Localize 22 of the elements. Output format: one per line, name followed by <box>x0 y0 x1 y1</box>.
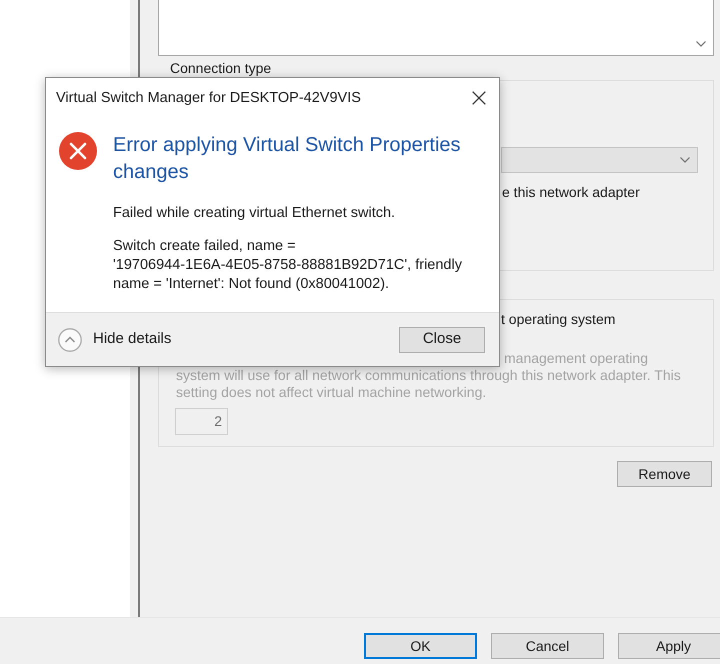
chevron-down-icon <box>696 41 706 47</box>
hide-details-button[interactable]: Hide details <box>58 328 172 352</box>
vlan-option-label: t operating system <box>501 311 616 328</box>
remove-button[interactable]: Remove <box>617 461 712 487</box>
vlan-description: system will use for all network communications through this network adapter. This setting does not affect virtual machine networking. <box>176 367 682 401</box>
error-message: Failed while creating virtual Ethernet switch. <box>113 204 396 223</box>
chevron-down-icon <box>680 157 690 163</box>
vlan-description: management operating <box>504 350 648 367</box>
title-close-button[interactable] <box>471 90 487 106</box>
close-button[interactable]: Close <box>399 326 485 352</box>
error-icon <box>59 132 97 170</box>
network-dropdown[interactable] <box>501 147 698 173</box>
dialog-title: Virtual Switch Manager for DESKTOP-42V9VIS <box>56 89 361 107</box>
error-heading: Error applying Virtual Switch Properties changes <box>113 133 462 185</box>
footer-button[interactable]: Apply <box>618 633 720 659</box>
share-adapter-label: e this network adapter <box>502 184 640 201</box>
footer-button[interactable]: OK <box>364 633 477 659</box>
connection-type-label: Connection type <box>170 60 272 76</box>
description-field[interactable] <box>158 0 714 56</box>
error-details: Switch create failed, name = '19706944-1E6A-4E05-8758-88881B92D71C', friendly name = 'Internet': Not found (0x80041002). <box>113 237 463 294</box>
close-icon <box>472 91 486 105</box>
footer-button[interactable]: Cancel <box>491 633 604 659</box>
